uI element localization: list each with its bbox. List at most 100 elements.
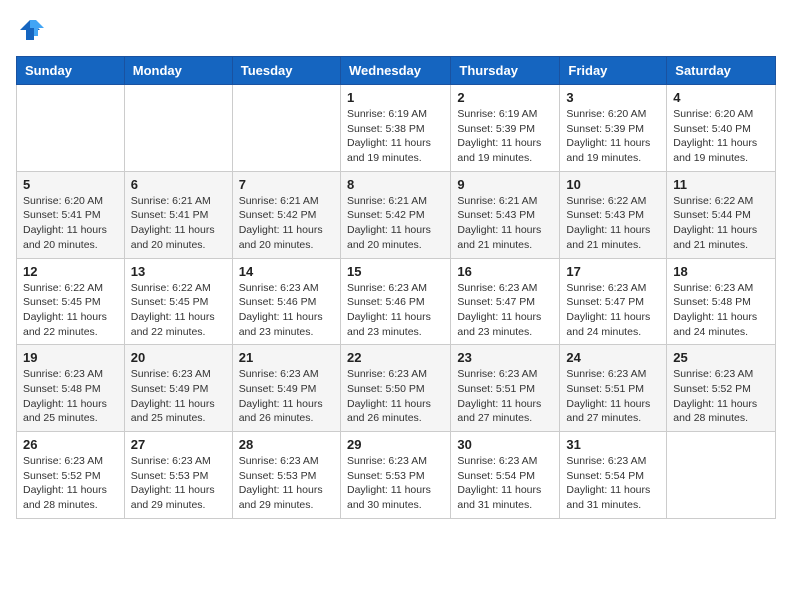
day-info: Sunrise: 6:23 AM Sunset: 5:47 PM Dayligh… bbox=[566, 281, 660, 340]
day-info: Sunrise: 6:20 AM Sunset: 5:40 PM Dayligh… bbox=[673, 107, 769, 166]
day-number: 2 bbox=[457, 90, 553, 105]
calendar-week-row: 5 Sunrise: 6:20 AM Sunset: 5:41 PM Daylig… bbox=[17, 171, 776, 258]
day-number: 12 bbox=[23, 264, 118, 279]
day-info: Sunrise: 6:23 AM Sunset: 5:53 PM Dayligh… bbox=[347, 454, 444, 513]
calendar-cell: 29 Sunrise: 6:23 AM Sunset: 5:53 PM Dayli… bbox=[340, 432, 450, 519]
logo-icon bbox=[16, 16, 44, 44]
calendar-week-row: 12 Sunrise: 6:22 AM Sunset: 5:45 PM Dayli… bbox=[17, 258, 776, 345]
calendar-cell: 25 Sunrise: 6:23 AM Sunset: 5:52 PM Dayli… bbox=[667, 345, 776, 432]
day-info: Sunrise: 6:23 AM Sunset: 5:54 PM Dayligh… bbox=[457, 454, 553, 513]
day-number: 5 bbox=[23, 177, 118, 192]
day-number: 25 bbox=[673, 350, 769, 365]
calendar-cell: 12 Sunrise: 6:22 AM Sunset: 5:45 PM Dayli… bbox=[17, 258, 125, 345]
calendar-week-row: 19 Sunrise: 6:23 AM Sunset: 5:48 PM Dayli… bbox=[17, 345, 776, 432]
day-number: 7 bbox=[239, 177, 334, 192]
day-number: 15 bbox=[347, 264, 444, 279]
day-info: Sunrise: 6:21 AM Sunset: 5:41 PM Dayligh… bbox=[131, 194, 226, 253]
calendar-cell bbox=[232, 85, 340, 172]
day-number: 10 bbox=[566, 177, 660, 192]
calendar-week-row: 26 Sunrise: 6:23 AM Sunset: 5:52 PM Dayli… bbox=[17, 432, 776, 519]
day-info: Sunrise: 6:23 AM Sunset: 5:49 PM Dayligh… bbox=[131, 367, 226, 426]
day-info: Sunrise: 6:23 AM Sunset: 5:52 PM Dayligh… bbox=[23, 454, 118, 513]
day-number: 31 bbox=[566, 437, 660, 452]
calendar-cell: 27 Sunrise: 6:23 AM Sunset: 5:53 PM Dayli… bbox=[124, 432, 232, 519]
calendar-table: SundayMondayTuesdayWednesdayThursdayFrid… bbox=[16, 56, 776, 519]
day-info: Sunrise: 6:23 AM Sunset: 5:53 PM Dayligh… bbox=[239, 454, 334, 513]
day-number: 30 bbox=[457, 437, 553, 452]
day-info: Sunrise: 6:23 AM Sunset: 5:49 PM Dayligh… bbox=[239, 367, 334, 426]
calendar-cell: 18Sunrise: 6:23 AM Sunset: 5:48 PM Dayli… bbox=[667, 258, 776, 345]
calendar-cell: 7 Sunrise: 6:21 AM Sunset: 5:42 PM Daylig… bbox=[232, 171, 340, 258]
day-number: 18 bbox=[673, 264, 769, 279]
calendar-cell: 21 Sunrise: 6:23 AM Sunset: 5:49 PM Dayli… bbox=[232, 345, 340, 432]
calendar-header-row: SundayMondayTuesdayWednesdayThursdayFrid… bbox=[17, 57, 776, 85]
calendar-cell: 28 Sunrise: 6:23 AM Sunset: 5:53 PM Dayli… bbox=[232, 432, 340, 519]
day-header-friday: Friday bbox=[560, 57, 667, 85]
day-info: Sunrise: 6:20 AM Sunset: 5:41 PM Dayligh… bbox=[23, 194, 118, 253]
day-number: 20 bbox=[131, 350, 226, 365]
calendar-cell: 8 Sunrise: 6:21 AM Sunset: 5:42 PM Daylig… bbox=[340, 171, 450, 258]
calendar-cell bbox=[17, 85, 125, 172]
day-number: 29 bbox=[347, 437, 444, 452]
calendar-cell: 24 Sunrise: 6:23 AM Sunset: 5:51 PM Dayli… bbox=[560, 345, 667, 432]
calendar-cell: 13 Sunrise: 6:22 AM Sunset: 5:45 PM Dayli… bbox=[124, 258, 232, 345]
day-number: 1 bbox=[347, 90, 444, 105]
day-header-thursday: Thursday bbox=[451, 57, 560, 85]
day-info: Sunrise: 6:23 AM Sunset: 5:46 PM Dayligh… bbox=[347, 281, 444, 340]
day-info: Sunrise: 6:22 AM Sunset: 5:45 PM Dayligh… bbox=[23, 281, 118, 340]
day-number: 16 bbox=[457, 264, 553, 279]
day-info: Sunrise: 6:23 AM Sunset: 5:53 PM Dayligh… bbox=[131, 454, 226, 513]
calendar-cell: 31Sunrise: 6:23 AM Sunset: 5:54 PM Dayli… bbox=[560, 432, 667, 519]
day-number: 11 bbox=[673, 177, 769, 192]
calendar-cell: 2 Sunrise: 6:19 AM Sunset: 5:39 PM Daylig… bbox=[451, 85, 560, 172]
calendar-cell: 26 Sunrise: 6:23 AM Sunset: 5:52 PM Dayli… bbox=[17, 432, 125, 519]
day-number: 8 bbox=[347, 177, 444, 192]
day-number: 13 bbox=[131, 264, 226, 279]
day-number: 19 bbox=[23, 350, 118, 365]
day-info: Sunrise: 6:19 AM Sunset: 5:38 PM Dayligh… bbox=[347, 107, 444, 166]
day-number: 6 bbox=[131, 177, 226, 192]
calendar-cell: 6 Sunrise: 6:21 AM Sunset: 5:41 PM Daylig… bbox=[124, 171, 232, 258]
day-number: 4 bbox=[673, 90, 769, 105]
calendar-cell: 11Sunrise: 6:22 AM Sunset: 5:44 PM Dayli… bbox=[667, 171, 776, 258]
calendar-cell: 9Sunrise: 6:21 AM Sunset: 5:43 PM Daylig… bbox=[451, 171, 560, 258]
day-info: Sunrise: 6:21 AM Sunset: 5:42 PM Dayligh… bbox=[239, 194, 334, 253]
day-number: 28 bbox=[239, 437, 334, 452]
day-number: 24 bbox=[566, 350, 660, 365]
day-number: 14 bbox=[239, 264, 334, 279]
day-info: Sunrise: 6:21 AM Sunset: 5:42 PM Dayligh… bbox=[347, 194, 444, 253]
logo bbox=[16, 16, 48, 44]
day-number: 23 bbox=[457, 350, 553, 365]
day-info: Sunrise: 6:23 AM Sunset: 5:46 PM Dayligh… bbox=[239, 281, 334, 340]
day-header-wednesday: Wednesday bbox=[340, 57, 450, 85]
day-number: 17 bbox=[566, 264, 660, 279]
day-number: 27 bbox=[131, 437, 226, 452]
day-info: Sunrise: 6:23 AM Sunset: 5:47 PM Dayligh… bbox=[457, 281, 553, 340]
calendar-cell: 4 Sunrise: 6:20 AM Sunset: 5:40 PM Daylig… bbox=[667, 85, 776, 172]
day-number: 21 bbox=[239, 350, 334, 365]
day-info: Sunrise: 6:23 AM Sunset: 5:48 PM Dayligh… bbox=[23, 367, 118, 426]
day-number: 22 bbox=[347, 350, 444, 365]
calendar-cell: 16 Sunrise: 6:23 AM Sunset: 5:47 PM Dayli… bbox=[451, 258, 560, 345]
day-info: Sunrise: 6:19 AM Sunset: 5:39 PM Dayligh… bbox=[457, 107, 553, 166]
calendar-cell: 22Sunrise: 6:23 AM Sunset: 5:50 PM Dayli… bbox=[340, 345, 450, 432]
day-header-monday: Monday bbox=[124, 57, 232, 85]
day-header-saturday: Saturday bbox=[667, 57, 776, 85]
calendar-cell: 3 Sunrise: 6:20 AM Sunset: 5:39 PM Daylig… bbox=[560, 85, 667, 172]
day-header-tuesday: Tuesday bbox=[232, 57, 340, 85]
calendar-cell: 10 Sunrise: 6:22 AM Sunset: 5:43 PM Dayli… bbox=[560, 171, 667, 258]
day-info: Sunrise: 6:22 AM Sunset: 5:43 PM Dayligh… bbox=[566, 194, 660, 253]
day-header-sunday: Sunday bbox=[17, 57, 125, 85]
day-number: 26 bbox=[23, 437, 118, 452]
day-info: Sunrise: 6:20 AM Sunset: 5:39 PM Dayligh… bbox=[566, 107, 660, 166]
calendar-cell: 20 Sunrise: 6:23 AM Sunset: 5:49 PM Dayli… bbox=[124, 345, 232, 432]
day-info: Sunrise: 6:23 AM Sunset: 5:51 PM Dayligh… bbox=[457, 367, 553, 426]
day-number: 3 bbox=[566, 90, 660, 105]
day-info: Sunrise: 6:23 AM Sunset: 5:52 PM Dayligh… bbox=[673, 367, 769, 426]
calendar-cell: 30 Sunrise: 6:23 AM Sunset: 5:54 PM Dayli… bbox=[451, 432, 560, 519]
calendar-cell: 1 Sunrise: 6:19 AM Sunset: 5:38 PM Daylig… bbox=[340, 85, 450, 172]
day-info: Sunrise: 6:22 AM Sunset: 5:45 PM Dayligh… bbox=[131, 281, 226, 340]
calendar-cell: 5 Sunrise: 6:20 AM Sunset: 5:41 PM Daylig… bbox=[17, 171, 125, 258]
calendar-cell: 19 Sunrise: 6:23 AM Sunset: 5:48 PM Dayli… bbox=[17, 345, 125, 432]
day-info: Sunrise: 6:23 AM Sunset: 5:51 PM Dayligh… bbox=[566, 367, 660, 426]
